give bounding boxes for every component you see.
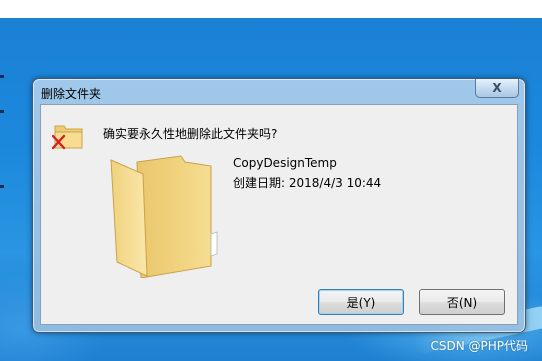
delete-folder-dialog: 删除文件夹 X 确实要永久性地删除此文件夹吗? CopyDesignTemp 创…: [32, 78, 526, 333]
confirm-question: 确实要永久性地删除此文件夹吗?: [103, 127, 278, 141]
no-button[interactable]: 否(N): [419, 289, 505, 315]
close-icon: X: [492, 81, 502, 95]
dialog-content: 确实要永久性地删除此文件夹吗? CopyDesignTemp 创建日期: 201…: [40, 104, 518, 325]
desktop-icon-fragment: [0, 185, 4, 188]
top-background-strip: [0, 0, 542, 18]
folder-icon: [110, 155, 218, 278]
dialog-title: 删除文件夹: [41, 87, 102, 101]
folder-created-date: 创建日期: 2018/4/3 10:44: [233, 176, 382, 190]
delete-folder-icon: [52, 125, 83, 150]
close-button[interactable]: X: [475, 79, 519, 98]
folder-name: CopyDesignTemp: [233, 156, 337, 170]
source-watermark: CSDN @PHP代码: [430, 339, 528, 353]
yes-button[interactable]: 是(Y): [318, 289, 404, 315]
desktop-icon-fragment: [0, 75, 4, 78]
desktop-icon-fragment: [0, 110, 4, 113]
